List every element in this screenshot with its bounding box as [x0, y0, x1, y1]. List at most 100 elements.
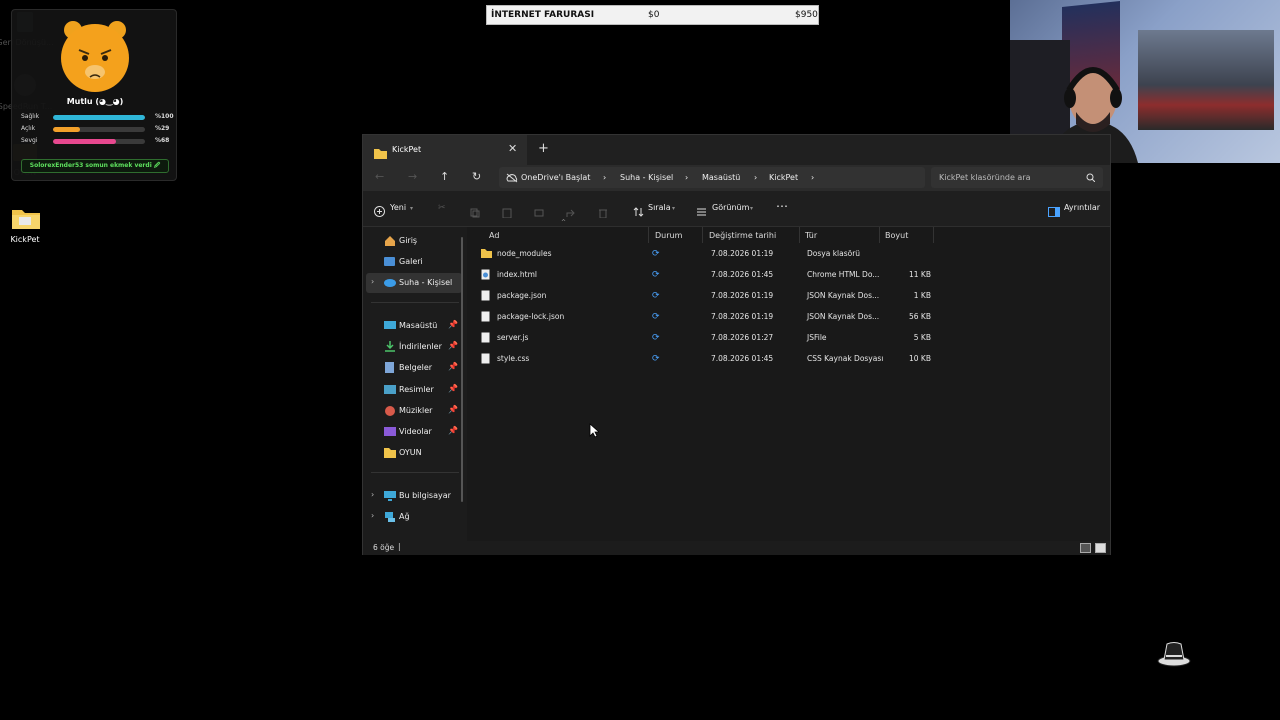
column-header-size[interactable]: Boyut: [885, 231, 908, 240]
nav-divider: [371, 302, 459, 303]
table-row[interactable]: package-lock.json ⟳ 7.08.2026 01:19 JSON…: [477, 307, 1037, 327]
column-divider[interactable]: [799, 227, 800, 243]
file-type: JSFile: [807, 333, 827, 342]
column-divider[interactable]: [933, 227, 934, 243]
chevron-right-icon[interactable]: ›: [371, 511, 374, 520]
back-arrow-icon[interactable]: ←: [375, 170, 384, 183]
desktop-icon-kickpet[interactable]: KickPet: [0, 205, 55, 244]
pin-icon[interactable]: 📌: [448, 362, 458, 371]
more-options-icon[interactable]: ⋯: [776, 199, 788, 213]
breadcrumb-item[interactable]: Suha - Kişisel: [620, 173, 673, 182]
column-divider[interactable]: [648, 227, 649, 243]
paste-icon[interactable]: [502, 203, 512, 222]
column-header-date[interactable]: Değiştirme tarihi: [709, 231, 776, 240]
chevron-right-icon[interactable]: ›: [371, 277, 374, 286]
cut-icon[interactable]: ✂: [438, 203, 446, 213]
details-view-icon[interactable]: [1080, 543, 1091, 553]
details-pane-icon[interactable]: [1048, 202, 1060, 221]
bill-label: İNTERNET FARURASI: [491, 10, 595, 20]
table-row[interactable]: server.js ⟳ 7.08.2026 01:27 JSFile 5 KB: [477, 328, 1037, 348]
refresh-icon[interactable]: ↻: [472, 170, 481, 183]
sidebar-item-music[interactable]: Müzikler 📌: [363, 401, 463, 421]
cloud-off-icon: [506, 173, 518, 185]
sidebar-item-gallery[interactable]: Galeri: [363, 252, 463, 272]
sort-icon[interactable]: [633, 202, 644, 221]
tab-kickpet[interactable]: KickPet ✕: [363, 135, 527, 165]
wall-poster-car: [1138, 30, 1274, 130]
sidebar-item-label: Masaüstü: [399, 321, 438, 330]
title-bar: KickPet ✕ +: [363, 135, 1110, 165]
sidebar-item-label: Giriş: [399, 236, 418, 245]
sidebar-item-desktop[interactable]: Masaüstü 📌: [363, 316, 463, 336]
breadcrumb-item[interactable]: OneDrive'ı Başlat: [521, 173, 590, 182]
column-header-name[interactable]: Ad: [489, 231, 499, 240]
pin-icon[interactable]: 📌: [448, 320, 458, 329]
breadcrumb-chevron-icon[interactable]: ›: [685, 173, 688, 182]
chevron-down-icon[interactable]: ▾: [410, 205, 413, 212]
search-input[interactable]: KickPet klasöründe ara: [931, 167, 1103, 188]
column-header-type[interactable]: Tür: [805, 231, 817, 240]
sidebar-item-videos[interactable]: Videolar 📌: [363, 422, 463, 442]
sidebar-item-home[interactable]: Giriş: [363, 231, 463, 251]
pin-icon[interactable]: 📌: [448, 384, 458, 393]
file-icon: [481, 290, 490, 303]
new-button[interactable]: Yeni: [390, 203, 406, 212]
address-bar[interactable]: OneDrive'ı Başlat › Suha - Kişisel › Mas…: [499, 167, 925, 188]
view-button[interactable]: Görünüm: [712, 203, 749, 212]
download-icon: [384, 341, 396, 352]
sidebar-item-label: Bu bilgisayar: [399, 491, 451, 500]
pin-icon[interactable]: 📌: [448, 426, 458, 435]
large-icons-view-icon[interactable]: [1095, 543, 1106, 553]
file-size: 1 KB: [913, 291, 931, 300]
sync-icon: ⟳: [652, 249, 660, 259]
breadcrumb-item[interactable]: Masaüstü: [702, 173, 740, 182]
rename-icon[interactable]: [534, 203, 544, 222]
nav-scrollbar[interactable]: [461, 237, 463, 502]
sort-button[interactable]: Sırala: [648, 203, 671, 212]
chevron-down-icon[interactable]: ▾: [750, 205, 753, 212]
sidebar-item-pictures[interactable]: Resimler 📌: [363, 380, 463, 400]
stat-label: Sevgi: [21, 137, 38, 144]
pin-icon[interactable]: 📌: [448, 405, 458, 414]
bear-face-icon: [59, 14, 131, 98]
delete-icon[interactable]: [598, 203, 608, 222]
close-tab-icon[interactable]: ✕: [508, 142, 517, 155]
new-icon[interactable]: [374, 202, 385, 221]
breadcrumb-item[interactable]: KickPet: [769, 173, 798, 182]
copy-icon[interactable]: [470, 203, 480, 222]
share-icon[interactable]: [566, 203, 576, 222]
view-icon[interactable]: [696, 202, 707, 221]
file-date: 7.08.2026 01:45: [711, 354, 774, 363]
sidebar-item-documents[interactable]: Belgeler 📌: [363, 358, 463, 378]
sidebar-item-network[interactable]: › Ağ: [363, 507, 463, 527]
details-button[interactable]: Ayrıntılar: [1064, 203, 1100, 212]
folder-icon: [374, 144, 387, 163]
table-row[interactable]: package.json ⟳ 7.08.2026 01:19 JSON Kayn…: [477, 286, 1037, 306]
breadcrumb-chevron-icon[interactable]: ›: [811, 173, 814, 182]
pin-icon[interactable]: 📌: [448, 341, 458, 350]
table-row[interactable]: style.css ⟳ 7.08.2026 01:45 CSS Kaynak D…: [477, 349, 1037, 369]
new-tab-button[interactable]: +: [538, 141, 549, 156]
file-date: 7.08.2026 01:19: [711, 249, 774, 258]
nav-divider: [371, 472, 459, 473]
sidebar-item-onedrive[interactable]: › Suha - Kişisel: [366, 273, 462, 293]
desktop-icon: [384, 320, 396, 331]
table-row[interactable]: node_modules ⟳ 7.08.2026 01:19 Dosya kla…: [477, 244, 1037, 264]
file-date: 7.08.2026 01:19: [711, 291, 774, 300]
forward-arrow-icon[interactable]: →: [408, 170, 417, 183]
command-bar: Yeni ▾ ✂ Sırala ▾ Görünüm ▾ ⋯ Ayrıntılar: [363, 191, 1110, 227]
stat-label: Açlık: [21, 125, 36, 132]
breadcrumb-chevron-icon[interactable]: ›: [754, 173, 757, 182]
up-arrow-icon[interactable]: ↑: [440, 170, 449, 183]
chevron-right-icon[interactable]: ›: [371, 490, 374, 499]
file-icon: [481, 311, 490, 324]
sidebar-item-oyun[interactable]: OYUN: [363, 443, 463, 463]
breadcrumb-chevron-icon[interactable]: ›: [603, 173, 606, 182]
table-row[interactable]: index.html ⟳ 7.08.2026 01:45 Chrome HTML…: [477, 265, 1037, 285]
sidebar-item-downloads[interactable]: İndirilenler 📌: [363, 337, 463, 357]
column-header-status[interactable]: Durum: [655, 231, 682, 240]
column-divider[interactable]: [702, 227, 703, 243]
sidebar-item-this-pc[interactable]: › Bu bilgisayar: [363, 486, 463, 506]
column-divider[interactable]: [879, 227, 880, 243]
chevron-down-icon[interactable]: ▾: [672, 205, 675, 212]
